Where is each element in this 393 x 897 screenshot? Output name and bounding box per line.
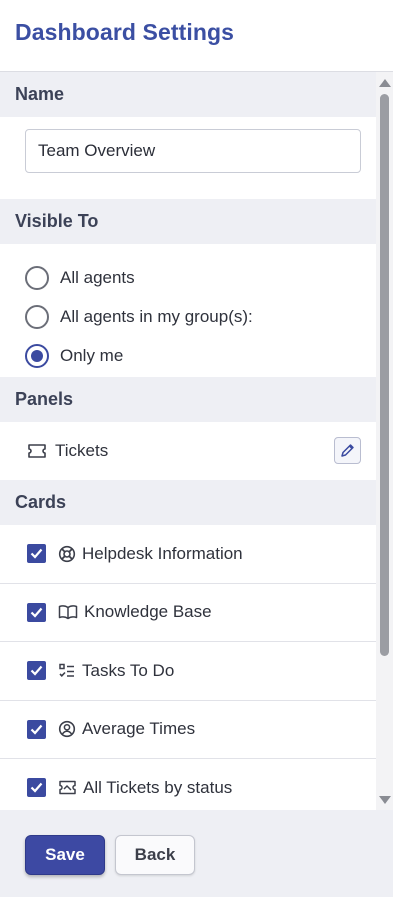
scrollbar-thumb[interactable] (380, 94, 389, 656)
header: Dashboard Settings (0, 0, 393, 72)
checkbox-checked[interactable] (27, 544, 46, 564)
radio-option-only-me[interactable]: Only me (0, 336, 376, 375)
card-item-all-tickets-by-status[interactable]: All Tickets by status (0, 759, 376, 810)
radio-option-all-agents[interactable]: All agents (0, 258, 376, 297)
footer-actions: Save Back (0, 810, 393, 897)
section-header-cards: Cards (0, 480, 376, 525)
book-icon (58, 603, 78, 621)
name-field-wrap (0, 117, 376, 199)
panel-label: Tickets (55, 441, 109, 460)
section-title: Cards (15, 492, 67, 512)
radio-label: All agents (60, 267, 135, 287)
settings-content: Name Visible To All agents All agents in… (0, 72, 376, 810)
back-button[interactable]: Back (115, 835, 195, 875)
lifebuoy-icon (58, 545, 76, 563)
checkbox-checked[interactable] (27, 719, 46, 739)
radio-button[interactable] (25, 304, 49, 329)
visibility-radio-group: All agents All agents in my group(s): On… (0, 244, 376, 377)
radio-button-checked[interactable] (25, 343, 49, 368)
section-header-panels: Panels (0, 377, 376, 422)
user-circle-icon (58, 720, 76, 738)
settings-scroll-area[interactable]: Name Visible To All agents All agents in… (0, 72, 393, 810)
radio-label: All agents in my group(s): (60, 306, 253, 326)
edit-panel-button[interactable] (334, 437, 361, 464)
section-title: Name (15, 84, 65, 104)
section-title: Panels (15, 389, 74, 409)
radio-button[interactable] (25, 265, 49, 290)
checklist-icon (58, 662, 76, 680)
card-item-average-times[interactable]: Average Times (0, 701, 376, 759)
card-item-helpdesk-information[interactable]: Helpdesk Information (0, 525, 376, 584)
radio-label: Only me (60, 345, 124, 365)
scroll-up-arrow-icon[interactable] (379, 79, 391, 87)
checkbox-checked[interactable] (27, 602, 46, 622)
scroll-down-arrow-icon[interactable] (379, 796, 391, 804)
card-label: All Tickets by status (83, 777, 233, 797)
inbox-ticket-icon (58, 779, 77, 797)
card-item-knowledge-base[interactable]: Knowledge Base (0, 584, 376, 642)
card-item-tasks-to-do[interactable]: Tasks To Do (0, 642, 376, 701)
dashboard-name-input[interactable] (25, 129, 361, 173)
panel-item-tickets: Tickets (0, 422, 376, 480)
section-header-name: Name (0, 72, 376, 117)
radio-option-my-groups[interactable]: All agents in my group(s): (0, 297, 376, 336)
section-header-visible-to: Visible To (0, 199, 376, 244)
save-button[interactable]: Save (25, 835, 105, 875)
checkbox-checked[interactable] (27, 661, 46, 681)
ticket-icon (27, 442, 47, 460)
card-label: Average Times (82, 719, 196, 739)
card-label: Tasks To Do (82, 660, 175, 680)
section-title: Visible To (15, 211, 99, 231)
pencil-icon (340, 443, 355, 458)
page-title: Dashboard Settings (15, 19, 235, 45)
vertical-scrollbar[interactable] (376, 72, 393, 810)
card-label: Knowledge Base (84, 602, 212, 622)
card-label: Helpdesk Information (82, 543, 243, 563)
checkbox-checked[interactable] (27, 778, 46, 798)
